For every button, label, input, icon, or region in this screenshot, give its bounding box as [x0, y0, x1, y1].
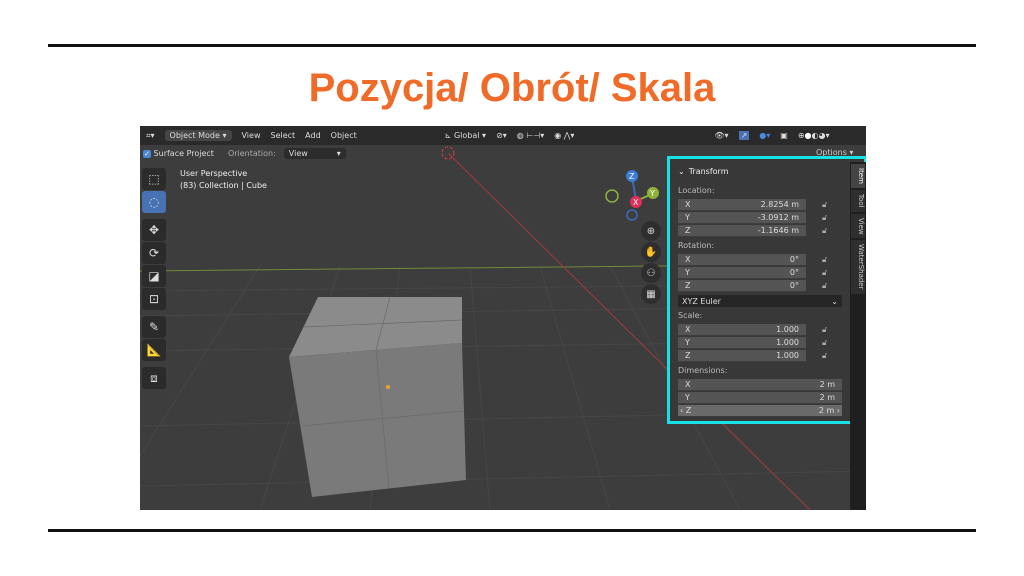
chevron-down-icon: ⌄ [678, 167, 685, 176]
rotation-label: Rotation: [678, 241, 715, 250]
pan-hand-icon[interactable]: ✋ [641, 242, 661, 262]
orientation-dropdown[interactable]: View ▾ [283, 148, 346, 159]
slide-title: Pozycja/ Obrót/ Skala [308, 66, 716, 110]
zoom-icon[interactable]: ⊕ [641, 221, 661, 241]
svg-text:Z: Z [629, 172, 635, 181]
mode-dropdown[interactable]: Object Mode ▾ [164, 130, 232, 141]
orientation-label: Orientation: [227, 149, 276, 158]
xray-icon[interactable]: ▣ [780, 131, 788, 140]
navigation-gizmo: Z Y X [605, 170, 659, 221]
menu-view[interactable]: View [242, 131, 261, 140]
pivot-icon[interactable]: ⊘▾ [496, 131, 507, 140]
rotation-mode-dropdown[interactable]: XYZ Euler ⌄ [678, 295, 842, 307]
editor-type-icon[interactable]: ⌗▾ [146, 131, 155, 141]
proportional-edit-icon[interactable]: ◉ ⋀▾ [554, 131, 574, 140]
blender-screenshot: Z Y X ⌗▾ Object Mode ▾ View Select Add O… [140, 126, 866, 510]
chevron-down-icon: ⌄ [831, 296, 838, 306]
viewport-header: ⌗▾ Object Mode ▾ View Select Add Object … [140, 126, 866, 145]
menu-object[interactable]: Object [331, 131, 357, 140]
location-y-field[interactable]: Y -3.0912 m [678, 211, 806, 224]
lock-icon[interactable]: 🔓︎ [822, 281, 827, 291]
perspective-grid-icon[interactable]: ▦ [641, 284, 661, 304]
rotate-tool[interactable]: ⟳ [142, 242, 166, 264]
shading-modes[interactable]: ⊕●◐◕▾ [798, 131, 830, 140]
add-cube-tool[interactable]: ⧈ [142, 367, 166, 389]
svg-text:Y: Y [649, 189, 655, 198]
menu-add[interactable]: Add [305, 131, 321, 140]
annotate-tool[interactable]: ✎ [142, 316, 166, 338]
select-circle-tool[interactable]: ◌ [142, 191, 166, 213]
camera-view-icon[interactable]: ⚇ [641, 263, 661, 283]
lock-icon[interactable]: 🔓︎ [822, 268, 827, 278]
lock-icon[interactable]: 🔓︎ [822, 351, 827, 361]
view-name: User Perspective [180, 169, 248, 178]
tab-view[interactable]: View [851, 213, 865, 239]
dimensions-x-field[interactable]: X2 m [678, 378, 842, 391]
top-rule [48, 44, 976, 47]
location-z-field[interactable]: Z -1.1646 m [678, 224, 806, 237]
tab-watershader[interactable]: WaterShader [851, 240, 865, 294]
rotation-y-field[interactable]: Y 0° [678, 266, 806, 279]
lock-icon[interactable]: 🔓︎ [822, 226, 827, 236]
dimensions-label: Dimensions: [678, 366, 728, 375]
lock-icon[interactable]: 🔓︎ [822, 213, 827, 223]
check-icon: ✓ [143, 149, 151, 158]
tab-tool[interactable]: Tool [851, 189, 865, 212]
transform-orientation-dropdown[interactable]: ⊾ Global ▾ [445, 131, 486, 140]
transform-tool[interactable]: ⊡ [142, 288, 166, 310]
scale-z-field[interactable]: Z 1.000 [678, 349, 806, 362]
lock-icon[interactable]: 🔓︎ [822, 200, 827, 210]
location-label: Location: [678, 186, 715, 195]
overlay-icon[interactable]: ●▾ [759, 131, 770, 140]
menu-select[interactable]: Select [270, 131, 295, 140]
bottom-rule [48, 529, 976, 532]
move-tool[interactable]: ✥ [142, 219, 166, 241]
visibility-icon[interactable]: 👁▾ [714, 131, 728, 140]
object-origin [386, 385, 390, 389]
gizmo-toggle-icon[interactable]: ↗ [738, 131, 750, 140]
svg-text:X: X [633, 198, 639, 207]
tab-item[interactable]: Item [851, 164, 865, 188]
measure-tool[interactable]: 📐 [142, 339, 166, 361]
location-x-field[interactable]: X 2.8254 m [678, 198, 806, 211]
rotation-z-field[interactable]: Z 0° [678, 279, 806, 292]
collection-info: (83) Collection | Cube [180, 181, 267, 190]
dimensions-z-field[interactable]: ‹ Z2 m › [678, 404, 842, 417]
lock-icon[interactable]: 🔓︎ [822, 338, 827, 348]
toolbar: ⬚ ◌ ✥ ⟳ ◪ ⊡ ✎ 📐 ⧈ [142, 168, 166, 389]
sidebar-item-panel: ⌄ Transform Location: X 2.8254 m 🔓︎ Y -3.091… [667, 156, 866, 424]
select-box-tool[interactable]: ⬚ [142, 168, 166, 190]
lock-icon[interactable]: 🔓︎ [822, 255, 827, 265]
surface-project-checkbox[interactable]: ✓ Surface Project [143, 149, 214, 158]
transform-panel-header[interactable]: ⌄ Transform [678, 167, 856, 176]
viewport-info: User Perspective (83) Collection | Cube [180, 168, 267, 192]
scale-y-field[interactable]: Y 1.000 [678, 336, 806, 349]
lock-icon[interactable]: 🔓︎ [822, 325, 827, 335]
scale-label: Scale: [678, 311, 703, 320]
sidebar-tabs: Item Tool View WaterShader [850, 162, 866, 510]
scale-tool[interactable]: ◪ [142, 265, 166, 287]
snap-icon[interactable]: ◍ ⊢⊣▾ [517, 131, 544, 140]
rotation-x-field[interactable]: X 0° [678, 253, 806, 266]
dimensions-y-field[interactable]: Y2 m [678, 391, 842, 404]
scale-x-field[interactable]: X 1.000 [678, 323, 806, 336]
